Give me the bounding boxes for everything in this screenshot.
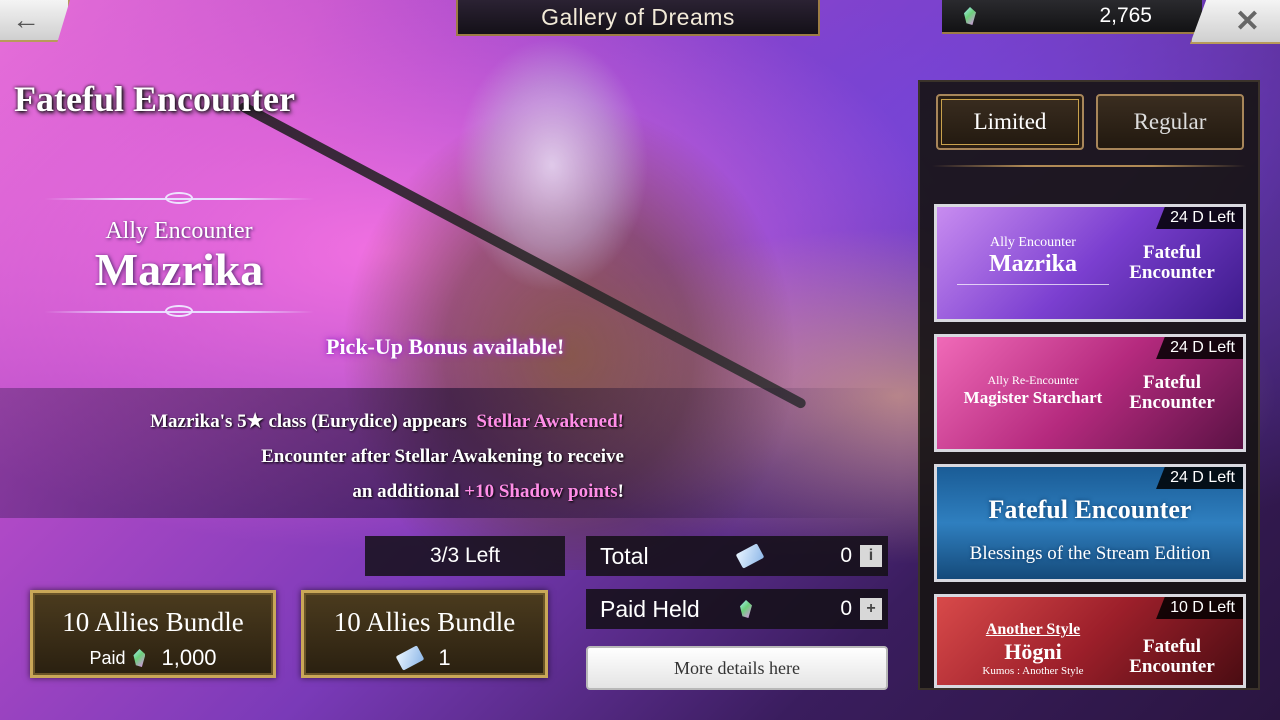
total-value: 0	[840, 544, 852, 567]
card-name: Magister Starchart	[963, 388, 1103, 407]
crystal-icon	[740, 600, 752, 618]
panel-divider	[932, 165, 1246, 167]
description-line: Encounter after Stellar Awakening to rec…	[261, 446, 624, 467]
tab-label: Regular	[1133, 109, 1207, 134]
tab-label: Limited	[973, 109, 1047, 134]
shadow-points-highlight: +10 Shadow points	[464, 481, 618, 502]
bundle-cost: Paid 1,000	[33, 645, 273, 671]
tab-regular[interactable]: Regular	[1096, 94, 1244, 150]
card-name: Fateful Encounter	[988, 495, 1192, 524]
stellar-awakened-highlight: Stellar Awakened!	[476, 411, 624, 432]
description-line: Mazrika's 5★ class (Eurydice) appears St…	[150, 411, 624, 432]
banner-card-hogni[interactable]: 10 D Left Another Style Högni Kumos : An…	[934, 594, 1246, 688]
ticket-icon	[396, 645, 425, 671]
total-tickets-row: Total 0 i	[586, 536, 888, 576]
crystal-icon	[133, 649, 146, 667]
bundle-ticket-button[interactable]: 10 Allies Bundle 1	[301, 590, 548, 678]
banner-title: Fateful Encounter	[14, 79, 295, 119]
card-title-block: Ally Encounter Mazrika	[949, 235, 1117, 291]
ornament-divider	[44, 192, 314, 204]
bundle-cost: 1	[304, 645, 545, 671]
arrow-left-icon: ←	[12, 4, 40, 35]
page-title: Gallery of Dreams	[456, 0, 820, 36]
ally-encounter-label: Ally Encounter	[105, 218, 253, 244]
info-icon[interactable]: i	[860, 545, 882, 567]
page-title-text: Gallery of Dreams	[541, 3, 735, 30]
card-subtitle: Another Style	[985, 621, 1081, 638]
bundle-title: 10 Allies Bundle	[333, 607, 516, 637]
currency-display: 2,765	[942, 0, 1202, 34]
description-line: an additional +10 Shadow points!	[352, 481, 624, 502]
card-subtitle: Ally Re-Encounter	[987, 373, 1079, 387]
card-subtitle: Ally Encounter	[990, 235, 1076, 250]
tab-limited[interactable]: Limited	[936, 94, 1084, 150]
card-tiny: Kumos : Another Style	[982, 665, 1084, 677]
remaining-count: 3/3 Left	[365, 536, 565, 576]
ticket-icon	[735, 543, 765, 569]
paid-held-row: Paid Held 0 +	[586, 589, 888, 629]
bundle-cost-value: 1,000	[161, 645, 217, 670]
ally-name: Mazrika	[94, 244, 264, 295]
bundle-title: 10 Allies Bundle	[62, 607, 244, 637]
banner-card-stream[interactable]: 24 D Left Fateful Encounter Blessings of…	[934, 464, 1246, 582]
card-name: Högni	[1004, 639, 1062, 664]
paid-held-value: 0	[840, 597, 852, 620]
crystal-icon	[964, 7, 976, 25]
banner-description: Mazrika's 5★ class (Eurydice) appears St…	[20, 404, 624, 509]
total-label: Total	[600, 542, 649, 569]
more-details-label: More details here	[674, 657, 800, 678]
card-type: Fateful Encounter	[1129, 372, 1215, 413]
currency-amount: 2,765	[1099, 4, 1152, 27]
ally-encounter-block: Ally Encounter Mazrika	[34, 192, 324, 317]
banner-card-magister[interactable]: 24 D Left Ally Re-Encounter Magister Sta…	[934, 334, 1246, 452]
ornament-divider	[44, 305, 314, 317]
banner-list-panel: Limited Regular 24 D Left Ally Encounter…	[918, 80, 1260, 690]
bundle-paid-button[interactable]: 10 Allies Bundle Paid 1,000	[30, 590, 276, 678]
card-name: Mazrika	[989, 251, 1077, 277]
close-icon: ✕	[1234, 4, 1260, 38]
days-left-badge: 24 D Left	[1156, 467, 1243, 489]
paid-label: Paid	[89, 647, 126, 668]
remaining-count-text: 3/3 Left	[429, 544, 501, 567]
bundle-cost-value: 1	[438, 645, 451, 670]
card-title-block: Another Style Högni Kumos : Another Styl…	[949, 621, 1117, 677]
add-icon[interactable]: +	[860, 598, 882, 620]
more-details-button[interactable]: More details here	[586, 646, 888, 690]
card-subtitle: Blessings of the Stream Edition	[969, 543, 1211, 564]
banner-card-mazrika[interactable]: 24 D Left Ally Encounter Mazrika Fateful…	[934, 204, 1246, 322]
card-type: Fateful Encounter	[1129, 636, 1215, 677]
days-left-badge: 10 D Left	[1156, 597, 1243, 619]
card-type: Fateful Encounter	[1129, 242, 1215, 283]
card-title-block: Ally Re-Encounter Magister Starchart	[949, 373, 1117, 408]
days-left-badge: 24 D Left	[1156, 207, 1243, 229]
days-left-badge: 24 D Left	[1156, 337, 1243, 359]
pickup-bonus-label: Pick-Up Bonus available!	[326, 334, 565, 359]
paid-held-label: Paid Held	[600, 595, 700, 622]
